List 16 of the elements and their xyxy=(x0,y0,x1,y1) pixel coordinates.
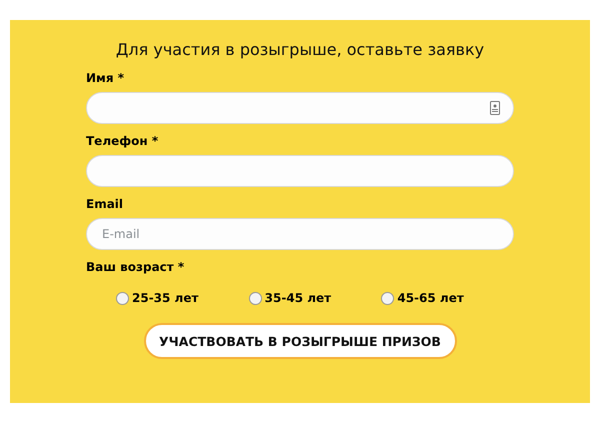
radio-button[interactable] xyxy=(381,292,394,304)
form-title: Для участия в розыгрыше, оставьте заявку xyxy=(114,40,486,59)
field-label: Имя * xyxy=(86,70,126,86)
contact-card-icon xyxy=(490,101,500,115)
text-field[interactable]: E-mail xyxy=(86,218,514,250)
radio-label: 45-65 лет xyxy=(397,291,464,305)
radio-button[interactable] xyxy=(116,292,129,304)
submit-button[interactable]: УЧАСТВОВАТЬ В РОЗЫГРЫШЕ ПРИЗОВ xyxy=(144,323,456,359)
field-label: Ваш возраст * xyxy=(86,259,186,275)
text-field[interactable] xyxy=(86,92,514,124)
radio-label: 25-35 лет xyxy=(132,291,198,305)
radio-label: 35-45 лет xyxy=(264,291,332,305)
radio-button[interactable] xyxy=(248,292,262,304)
field-label: Телефон * xyxy=(86,133,160,149)
text-field[interactable] xyxy=(86,155,514,187)
field-label: Email xyxy=(86,196,124,212)
